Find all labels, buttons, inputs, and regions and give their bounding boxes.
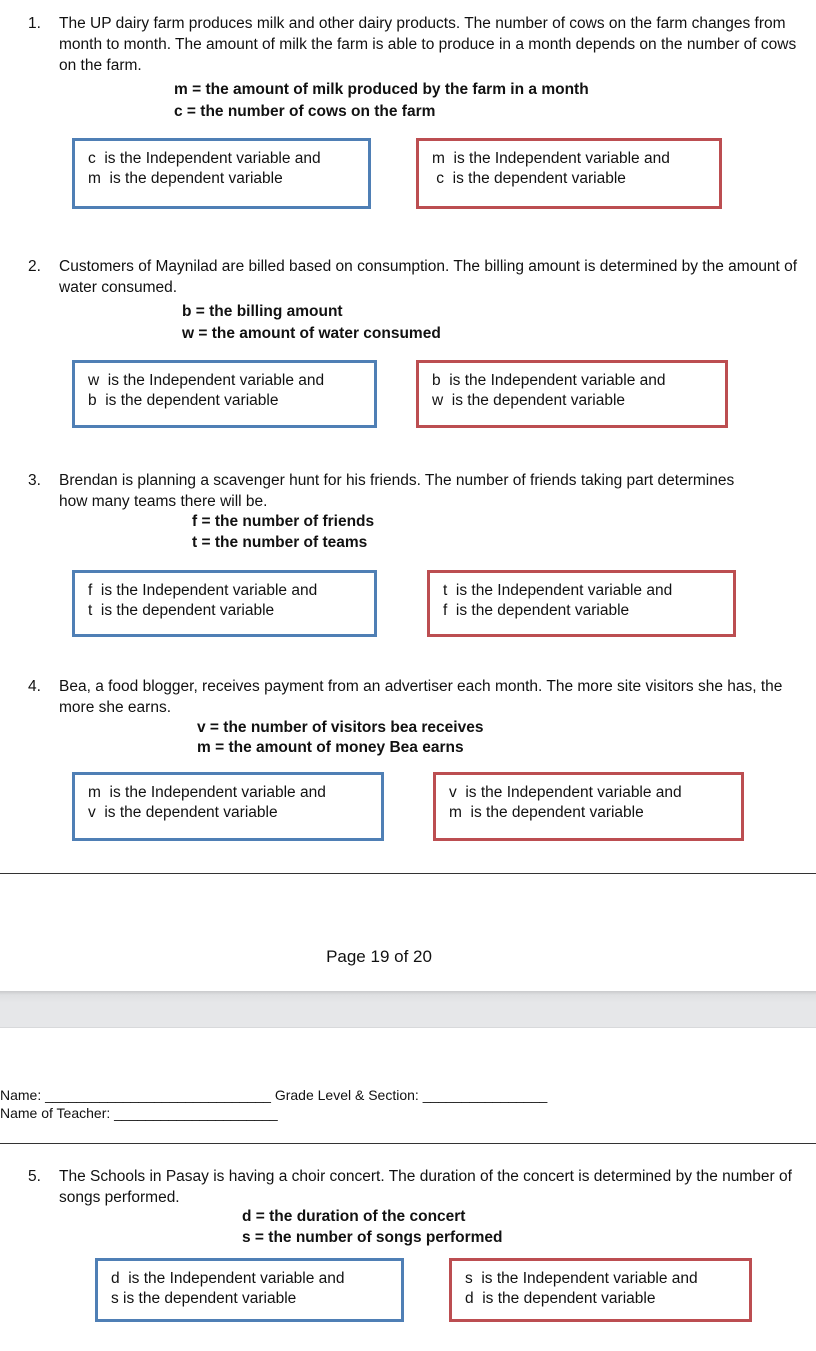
option-line: f is the Independent variable and bbox=[88, 582, 318, 599]
answer-option-red[interactable]: s is the Independent variable and d is t… bbox=[449, 1258, 752, 1322]
option-line: m is the Independent variable and bbox=[88, 784, 326, 801]
definition: v = the number of visitors bea receives bbox=[197, 719, 484, 736]
definition: b = the billing amount bbox=[182, 303, 343, 320]
answer-option-red[interactable]: m is the Independent variable and c is t… bbox=[416, 138, 722, 209]
page-number-label: Page 19 of 20 bbox=[326, 947, 432, 966]
option-line: v is the dependent variable bbox=[88, 804, 278, 821]
question-number: 5. bbox=[28, 1168, 41, 1185]
header-divider bbox=[0, 1143, 816, 1144]
answer-option-blue[interactable]: w is the Independent variable and b is t… bbox=[72, 360, 377, 428]
option-line: m is the Independent variable and bbox=[432, 150, 670, 167]
question-number: 2. bbox=[28, 258, 41, 275]
name-label: Name: bbox=[0, 1087, 46, 1103]
question-text: Bea, a food blogger, receives payment fr… bbox=[59, 678, 783, 716]
grade-section-blank[interactable]: ________________ bbox=[423, 1087, 548, 1103]
teacher-label: Name of Teacher: bbox=[0, 1105, 115, 1121]
question-number: 1. bbox=[28, 15, 41, 32]
definition: f = the number of friends bbox=[192, 513, 375, 530]
definition: t = the number of teams bbox=[192, 534, 368, 551]
page-gap bbox=[0, 991, 816, 1028]
question-number: 4. bbox=[28, 678, 41, 695]
definition: d = the duration of the concert bbox=[242, 1208, 466, 1225]
option-line: d is the dependent variable bbox=[465, 1290, 656, 1307]
definition: w = the amount of water consumed bbox=[182, 325, 441, 342]
question-text: The UP dairy farm produces milk and othe… bbox=[59, 15, 797, 74]
teacher-blank[interactable]: _____________________ bbox=[114, 1105, 278, 1121]
answer-option-blue[interactable]: d is the Independent variable and s is t… bbox=[95, 1258, 404, 1322]
option-line: s is the dependent variable bbox=[111, 1290, 297, 1307]
option-line: c is the Independent variable and bbox=[88, 150, 321, 167]
question-number: 3. bbox=[28, 472, 41, 489]
footer-divider bbox=[0, 873, 816, 874]
question-text: Brendan is planning a scavenger hunt for… bbox=[59, 472, 735, 510]
option-line: b is the Independent variable and bbox=[432, 372, 666, 389]
option-line: v is the Independent variable and bbox=[449, 784, 682, 801]
option-line: b is the dependent variable bbox=[88, 392, 279, 409]
option-line: c is the dependent variable bbox=[432, 170, 626, 187]
name-blank[interactable]: _____________________________ bbox=[45, 1087, 271, 1103]
definition: c = the number of cows on the farm bbox=[174, 103, 436, 120]
definition: s = the number of songs performed bbox=[242, 1229, 503, 1246]
option-line: d is the Independent variable and bbox=[111, 1270, 345, 1287]
option-line: w is the Independent variable and bbox=[88, 372, 325, 389]
question-text: Customers of Maynilad are billed based o… bbox=[59, 258, 798, 296]
question-text: The Schools in Pasay is having a choir c… bbox=[59, 1168, 792, 1206]
answer-option-red[interactable]: b is the Independent variable and w is t… bbox=[416, 360, 728, 428]
option-line: m is the dependent variable bbox=[449, 804, 644, 821]
student-info-line: Name: _____________________________ Grad… bbox=[0, 1087, 547, 1104]
option-line: t is the dependent variable bbox=[88, 602, 275, 619]
option-line: t is the Independent variable and bbox=[443, 582, 673, 599]
option-line: f is the dependent variable bbox=[443, 602, 630, 619]
answer-option-red[interactable]: t is the Independent variable and f is t… bbox=[427, 570, 736, 637]
answer-option-red[interactable]: v is the Independent variable and m is t… bbox=[433, 772, 744, 841]
teacher-info-line: Name of Teacher: _____________________ bbox=[0, 1105, 278, 1122]
option-line: m is the dependent variable bbox=[88, 170, 283, 187]
answer-option-blue[interactable]: c is the Independent variable and m is t… bbox=[72, 138, 371, 209]
grade-section-label: Grade Level & Section: bbox=[270, 1087, 423, 1103]
option-line: w is the dependent variable bbox=[432, 392, 626, 409]
answer-option-blue[interactable]: m is the Independent variable and v is t… bbox=[72, 772, 384, 841]
definition: m = the amount of money Bea earns bbox=[197, 739, 464, 756]
definition: m = the amount of milk produced by the f… bbox=[174, 81, 589, 98]
answer-option-blue[interactable]: f is the Independent variable and t is t… bbox=[72, 570, 377, 637]
option-line: s is the Independent variable and bbox=[465, 1270, 698, 1287]
